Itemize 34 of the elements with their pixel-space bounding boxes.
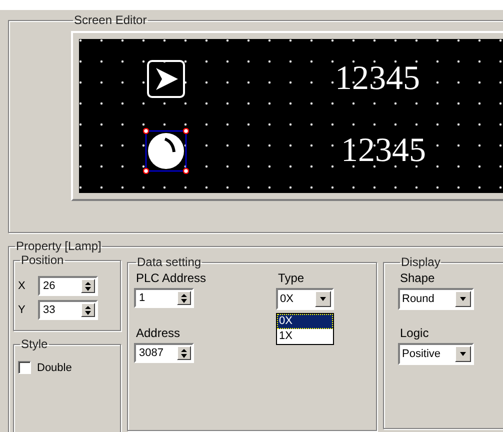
field-label: Type xyxy=(278,271,304,285)
dropdown-option[interactable]: 0X xyxy=(277,314,334,329)
type-dropdown[interactable]: 0X xyxy=(276,288,334,310)
caret-icon[interactable] xyxy=(455,346,471,362)
numeric-display[interactable]: 12345 xyxy=(335,62,420,96)
logic-dropdown[interactable]: Positive xyxy=(398,343,474,365)
checkbox[interactable] xyxy=(18,361,31,374)
checkbox-label[interactable]: Double xyxy=(37,362,72,374)
shape-dropdown[interactable]: Round xyxy=(398,288,474,310)
group-title: Display xyxy=(400,255,442,269)
field-label: Logic xyxy=(400,326,429,340)
caret-icon[interactable] xyxy=(455,291,471,307)
lamp-icon[interactable] xyxy=(143,128,189,174)
spin-arrows-icon[interactable] xyxy=(177,346,191,360)
spin-field[interactable]: 26 xyxy=(38,276,98,296)
group-title: Position xyxy=(20,253,65,267)
spin-field[interactable]: 33 xyxy=(38,300,98,320)
dropdown-option[interactable]: 1X xyxy=(277,329,334,344)
field-label: Shape xyxy=(400,271,435,285)
field-label: Y xyxy=(18,304,26,316)
spin-field[interactable]: 1 xyxy=(134,288,194,308)
group-title: Screen Editor xyxy=(73,13,148,27)
group-title: Property [Lamp] xyxy=(15,239,102,253)
spin-field[interactable]: 3087 xyxy=(134,343,194,363)
group-title: Data setting xyxy=(136,255,202,269)
group-title: Style xyxy=(20,337,49,351)
spin-arrows-icon[interactable] xyxy=(81,303,95,317)
numeric-display[interactable]: 12345 xyxy=(341,134,426,168)
spin-arrows-icon[interactable] xyxy=(177,291,191,305)
field-label: PLC Address xyxy=(136,271,206,285)
spin-arrows-icon[interactable] xyxy=(81,279,95,293)
caret-icon[interactable] xyxy=(315,291,332,307)
field-label: Address xyxy=(136,326,180,340)
field-label: X xyxy=(18,280,26,292)
